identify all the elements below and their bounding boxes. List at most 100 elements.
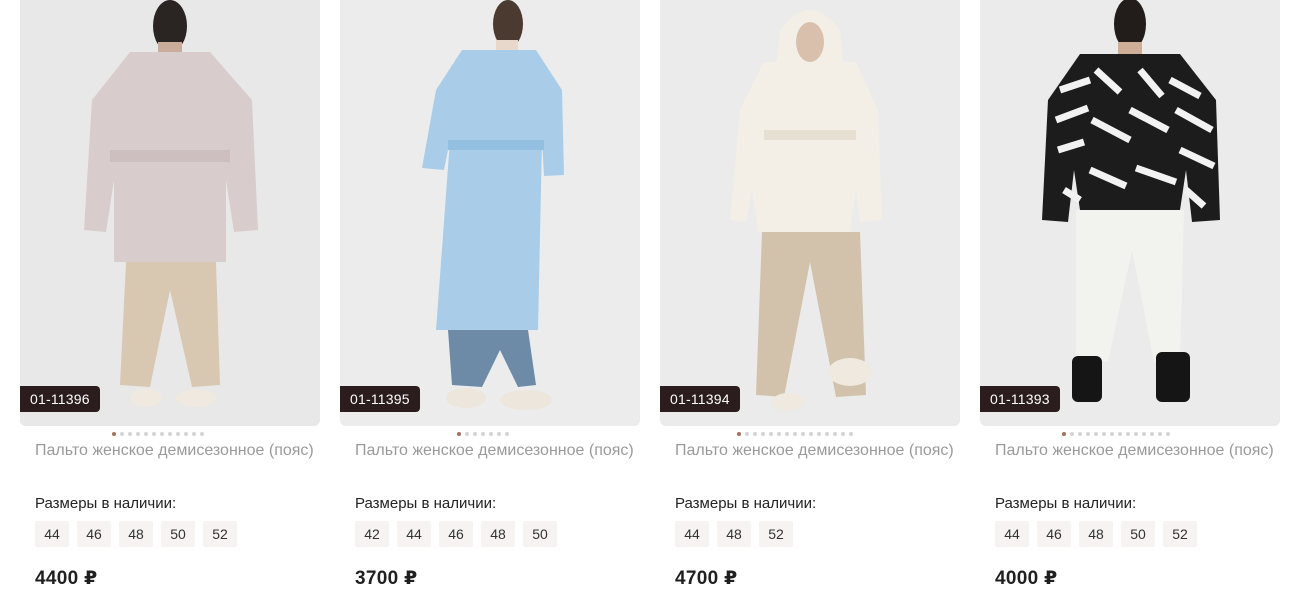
carousel-dot[interactable] xyxy=(817,432,821,436)
carousel-dot[interactable] xyxy=(1158,432,1162,436)
carousel-dot[interactable] xyxy=(1102,432,1106,436)
size-list: 44 48 52 xyxy=(675,521,793,547)
carousel-dot[interactable] xyxy=(1062,432,1066,436)
carousel-dot[interactable] xyxy=(825,432,829,436)
carousel-dot[interactable] xyxy=(769,432,773,436)
product-photo[interactable]: 01-11393 xyxy=(980,0,1280,426)
size-chip[interactable]: 52 xyxy=(759,521,793,547)
product-price: 4700 ₽ xyxy=(675,568,738,589)
product-card[interactable]: 01-11395 Пальто женское демисезонное (по… xyxy=(340,0,640,612)
carousel-dot[interactable] xyxy=(144,432,148,436)
carousel-dot[interactable] xyxy=(481,432,485,436)
size-chip[interactable]: 44 xyxy=(995,521,1029,547)
product-grid: 01-11396 Пальто женское демисезонное (по… xyxy=(0,0,1290,612)
coat-photo-icon xyxy=(20,0,320,426)
carousel-dot[interactable] xyxy=(1150,432,1154,436)
carousel-dot[interactable] xyxy=(128,432,132,436)
carousel-dot[interactable] xyxy=(473,432,477,436)
carousel-dot[interactable] xyxy=(777,432,781,436)
product-price: 3700 ₽ xyxy=(355,568,418,589)
size-chip[interactable]: 52 xyxy=(203,521,237,547)
carousel-dot[interactable] xyxy=(152,432,156,436)
product-photo[interactable]: 01-11396 xyxy=(20,0,320,426)
carousel-dot[interactable] xyxy=(160,432,164,436)
carousel-dot[interactable] xyxy=(849,432,853,436)
carousel-dot[interactable] xyxy=(1118,432,1122,436)
image-carousel-dots[interactable] xyxy=(1062,430,1170,438)
carousel-dot[interactable] xyxy=(489,432,493,436)
size-list: 44 46 48 50 52 xyxy=(995,521,1197,547)
size-chip[interactable]: 44 xyxy=(35,521,69,547)
size-chip[interactable]: 42 xyxy=(355,521,389,547)
size-chip[interactable]: 50 xyxy=(1121,521,1155,547)
carousel-dot[interactable] xyxy=(1078,432,1082,436)
image-carousel-dots[interactable] xyxy=(737,430,853,438)
carousel-dot[interactable] xyxy=(1110,432,1114,436)
size-chip[interactable]: 44 xyxy=(675,521,709,547)
product-card[interactable]: 01-11393 Пальто женское демисезонное (по… xyxy=(980,0,1280,612)
product-price: 4000 ₽ xyxy=(995,568,1058,589)
sizes-label: Размеры в наличии: xyxy=(675,495,817,512)
carousel-dot[interactable] xyxy=(1134,432,1138,436)
size-chip[interactable]: 52 xyxy=(1163,521,1197,547)
size-list: 42 44 46 48 50 xyxy=(355,521,557,547)
carousel-dot[interactable] xyxy=(1086,432,1090,436)
carousel-dot[interactable] xyxy=(833,432,837,436)
carousel-dot[interactable] xyxy=(184,432,188,436)
size-chip[interactable]: 48 xyxy=(481,521,515,547)
product-title[interactable]: Пальто женское демисезонное (пояс) xyxy=(355,441,635,461)
coat-photo-icon xyxy=(980,0,1280,426)
carousel-dot[interactable] xyxy=(176,432,180,436)
product-photo[interactable]: 01-11394 xyxy=(660,0,960,426)
product-photo[interactable]: 01-11395 xyxy=(340,0,640,426)
carousel-dot[interactable] xyxy=(465,432,469,436)
carousel-dot[interactable] xyxy=(785,432,789,436)
carousel-dot[interactable] xyxy=(1166,432,1170,436)
carousel-dot[interactable] xyxy=(1126,432,1130,436)
carousel-dot[interactable] xyxy=(168,432,172,436)
size-chip[interactable]: 48 xyxy=(717,521,751,547)
carousel-dot[interactable] xyxy=(801,432,805,436)
carousel-dot[interactable] xyxy=(457,432,461,436)
size-chip[interactable]: 44 xyxy=(397,521,431,547)
carousel-dot[interactable] xyxy=(793,432,797,436)
sizes-label: Размеры в наличии: xyxy=(35,495,177,512)
sku-badge: 01-11394 xyxy=(660,386,740,412)
size-chip[interactable]: 46 xyxy=(1037,521,1071,547)
product-title[interactable]: Пальто женское демисезонное (пояс) xyxy=(35,441,315,461)
image-carousel-dots[interactable] xyxy=(457,430,509,438)
size-chip[interactable]: 46 xyxy=(77,521,111,547)
carousel-dot[interactable] xyxy=(192,432,196,436)
size-chip[interactable]: 48 xyxy=(119,521,153,547)
carousel-dot[interactable] xyxy=(497,432,501,436)
carousel-dot[interactable] xyxy=(136,432,140,436)
coat-photo-icon xyxy=(340,0,640,426)
carousel-dot[interactable] xyxy=(753,432,757,436)
carousel-dot[interactable] xyxy=(809,432,813,436)
image-carousel-dots[interactable] xyxy=(112,430,204,438)
sku-badge: 01-11396 xyxy=(20,386,100,412)
size-chip[interactable]: 50 xyxy=(523,521,557,547)
size-list: 44 46 48 50 52 xyxy=(35,521,237,547)
product-title[interactable]: Пальто женское демисезонное (пояс) xyxy=(995,441,1275,461)
carousel-dot[interactable] xyxy=(745,432,749,436)
carousel-dot[interactable] xyxy=(1142,432,1146,436)
carousel-dot[interactable] xyxy=(761,432,765,436)
carousel-dot[interactable] xyxy=(1070,432,1074,436)
carousel-dot[interactable] xyxy=(505,432,509,436)
carousel-dot[interactable] xyxy=(1094,432,1098,436)
product-title[interactable]: Пальто женское демисезонное (пояс) xyxy=(675,441,955,461)
size-chip[interactable]: 46 xyxy=(439,521,473,547)
carousel-dot[interactable] xyxy=(841,432,845,436)
product-card[interactable]: 01-11396 Пальто женское демисезонное (по… xyxy=(20,0,320,612)
size-chip[interactable]: 50 xyxy=(161,521,195,547)
sizes-label: Размеры в наличии: xyxy=(995,495,1137,512)
carousel-dot[interactable] xyxy=(120,432,124,436)
carousel-dot[interactable] xyxy=(737,432,741,436)
size-chip[interactable]: 48 xyxy=(1079,521,1113,547)
carousel-dot[interactable] xyxy=(112,432,116,436)
sku-badge: 01-11393 xyxy=(980,386,1060,412)
carousel-dot[interactable] xyxy=(200,432,204,436)
sku-badge: 01-11395 xyxy=(340,386,420,412)
product-card[interactable]: 01-11394 Пальто женское демисезонное (по… xyxy=(660,0,960,612)
